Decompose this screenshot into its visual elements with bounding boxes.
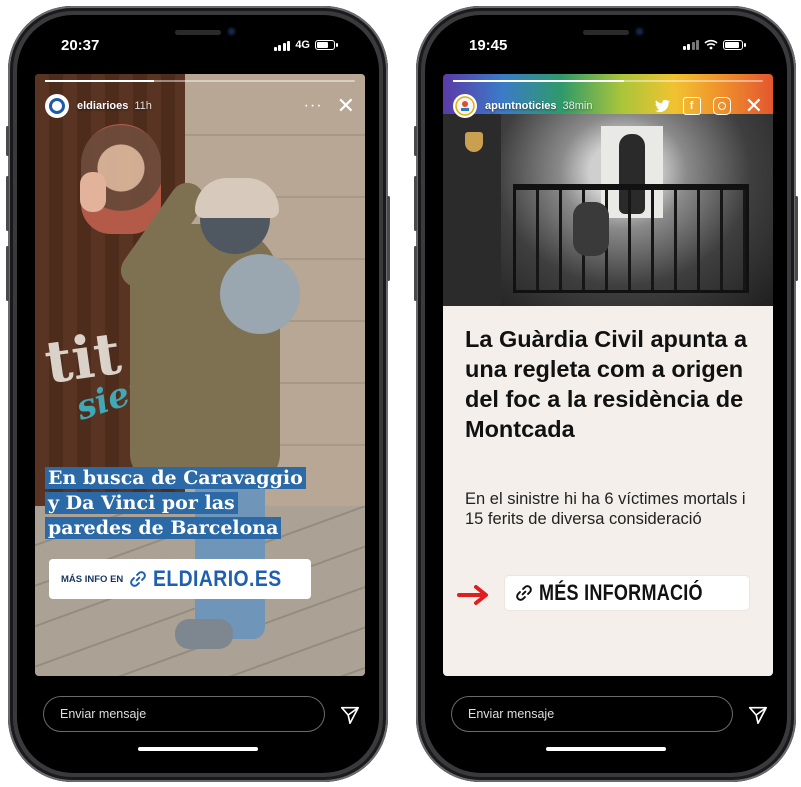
front-camera — [635, 27, 644, 36]
arrow-icon — [457, 585, 488, 605]
send-icon[interactable] — [747, 704, 769, 726]
message-input[interactable]: Enviar mensaje — [43, 696, 325, 732]
wifi-icon — [704, 39, 718, 50]
avatar[interactable] — [453, 94, 477, 118]
story-header: apuntnoticies 38min f ✕ — [453, 92, 763, 120]
link-icon — [130, 571, 147, 587]
front-camera — [227, 27, 236, 36]
home-indicator[interactable] — [138, 747, 258, 751]
guardia-civil-logo-icon — [457, 132, 491, 155]
apuntnoticies-logo-icon — [455, 96, 475, 116]
cta-label: MÉS INFORMACIÓ — [539, 580, 703, 605]
send-icon[interactable] — [339, 704, 361, 726]
close-icon[interactable]: ✕ — [745, 95, 763, 117]
story-eldiario[interactable]: tit siepp eldiarioes 11h ··· ✕ En busca … — [35, 74, 365, 676]
phone-left: 20:37 4G tit siepp eldiarioes 11h ··· ✕ … — [6, 6, 390, 782]
cta-prefix: MÁS INFO EN — [61, 573, 124, 585]
volume-up-button — [414, 176, 417, 231]
story-username[interactable]: apuntnoticies — [485, 100, 557, 112]
status-right — [682, 39, 746, 50]
mute-switch — [414, 126, 417, 156]
message-bar: Enviar mensaje — [443, 696, 773, 736]
message-bar: Enviar mensaje — [35, 696, 365, 736]
message-input[interactable]: Enviar mensaje — [451, 696, 733, 732]
facebook-icon: f — [682, 97, 701, 115]
more-info-link-button[interactable]: MÉS INFORMACIÓ — [505, 576, 749, 610]
home-indicator[interactable] — [546, 747, 666, 751]
status-bar: 20:37 4G — [17, 37, 379, 59]
story-time-ago: 38min — [562, 100, 593, 112]
story-header: eldiarioes 11h ··· ✕ — [45, 92, 355, 120]
power-button — [795, 196, 798, 281]
network-type: 4G — [295, 39, 310, 51]
volume-up-button — [6, 176, 9, 231]
signal-icon — [273, 40, 291, 51]
status-time: 19:45 — [469, 37, 508, 54]
story-time-ago: 11h — [134, 100, 152, 112]
more-options-icon[interactable]: ··· — [304, 98, 323, 114]
story-progress-fill — [453, 80, 624, 82]
cta-domain: ELDIARIO.ES — [153, 566, 282, 591]
link-icon — [516, 585, 532, 601]
story-headline: La Guàrdia Civil apunta a una regleta co… — [465, 326, 748, 442]
story-username[interactable]: eldiarioes — [77, 100, 128, 112]
story-progress — [45, 80, 355, 82]
mute-switch — [6, 126, 9, 156]
power-button — [387, 196, 390, 281]
story-apuntnoticies[interactable]: apuntnoticies 38min f ✕ La Guàrdia Civil… — [443, 74, 773, 676]
screen: 19:45 apuntnoticies 38min f ✕ La Guàrdia… — [425, 15, 787, 773]
story-progress-fill — [45, 80, 154, 82]
story-headline: En busca de Caravaggio y Da Vinci por la… — [45, 466, 306, 541]
social-icons: f — [653, 97, 731, 115]
more-info-link-button[interactable]: MÁS INFO EN ELDIARIO.ES — [49, 559, 312, 599]
story-progress — [453, 80, 763, 82]
volume-down-button — [414, 246, 417, 301]
volume-down-button — [6, 246, 9, 301]
story-subtitle: En el sinistre hi ha 6 víctimes mortals … — [465, 490, 746, 528]
status-bar: 19:45 — [425, 37, 787, 59]
speaker — [583, 30, 629, 35]
status-time: 20:37 — [61, 37, 100, 54]
avatar[interactable] — [45, 94, 69, 118]
battery-icon — [723, 39, 746, 50]
screen: 20:37 4G tit siepp eldiarioes 11h ··· ✕ … — [17, 15, 379, 773]
instagram-icon — [712, 97, 731, 115]
twitter-icon — [654, 99, 670, 113]
status-right: 4G — [273, 39, 338, 51]
close-icon[interactable]: ✕ — [337, 95, 355, 117]
signal-icon — [682, 39, 699, 50]
eldiario-logo-icon — [49, 98, 65, 114]
phone-right: 19:45 apuntnoticies 38min f ✕ La Guàrdia… — [414, 6, 798, 782]
speaker — [175, 30, 221, 35]
battery-icon — [315, 40, 338, 50]
